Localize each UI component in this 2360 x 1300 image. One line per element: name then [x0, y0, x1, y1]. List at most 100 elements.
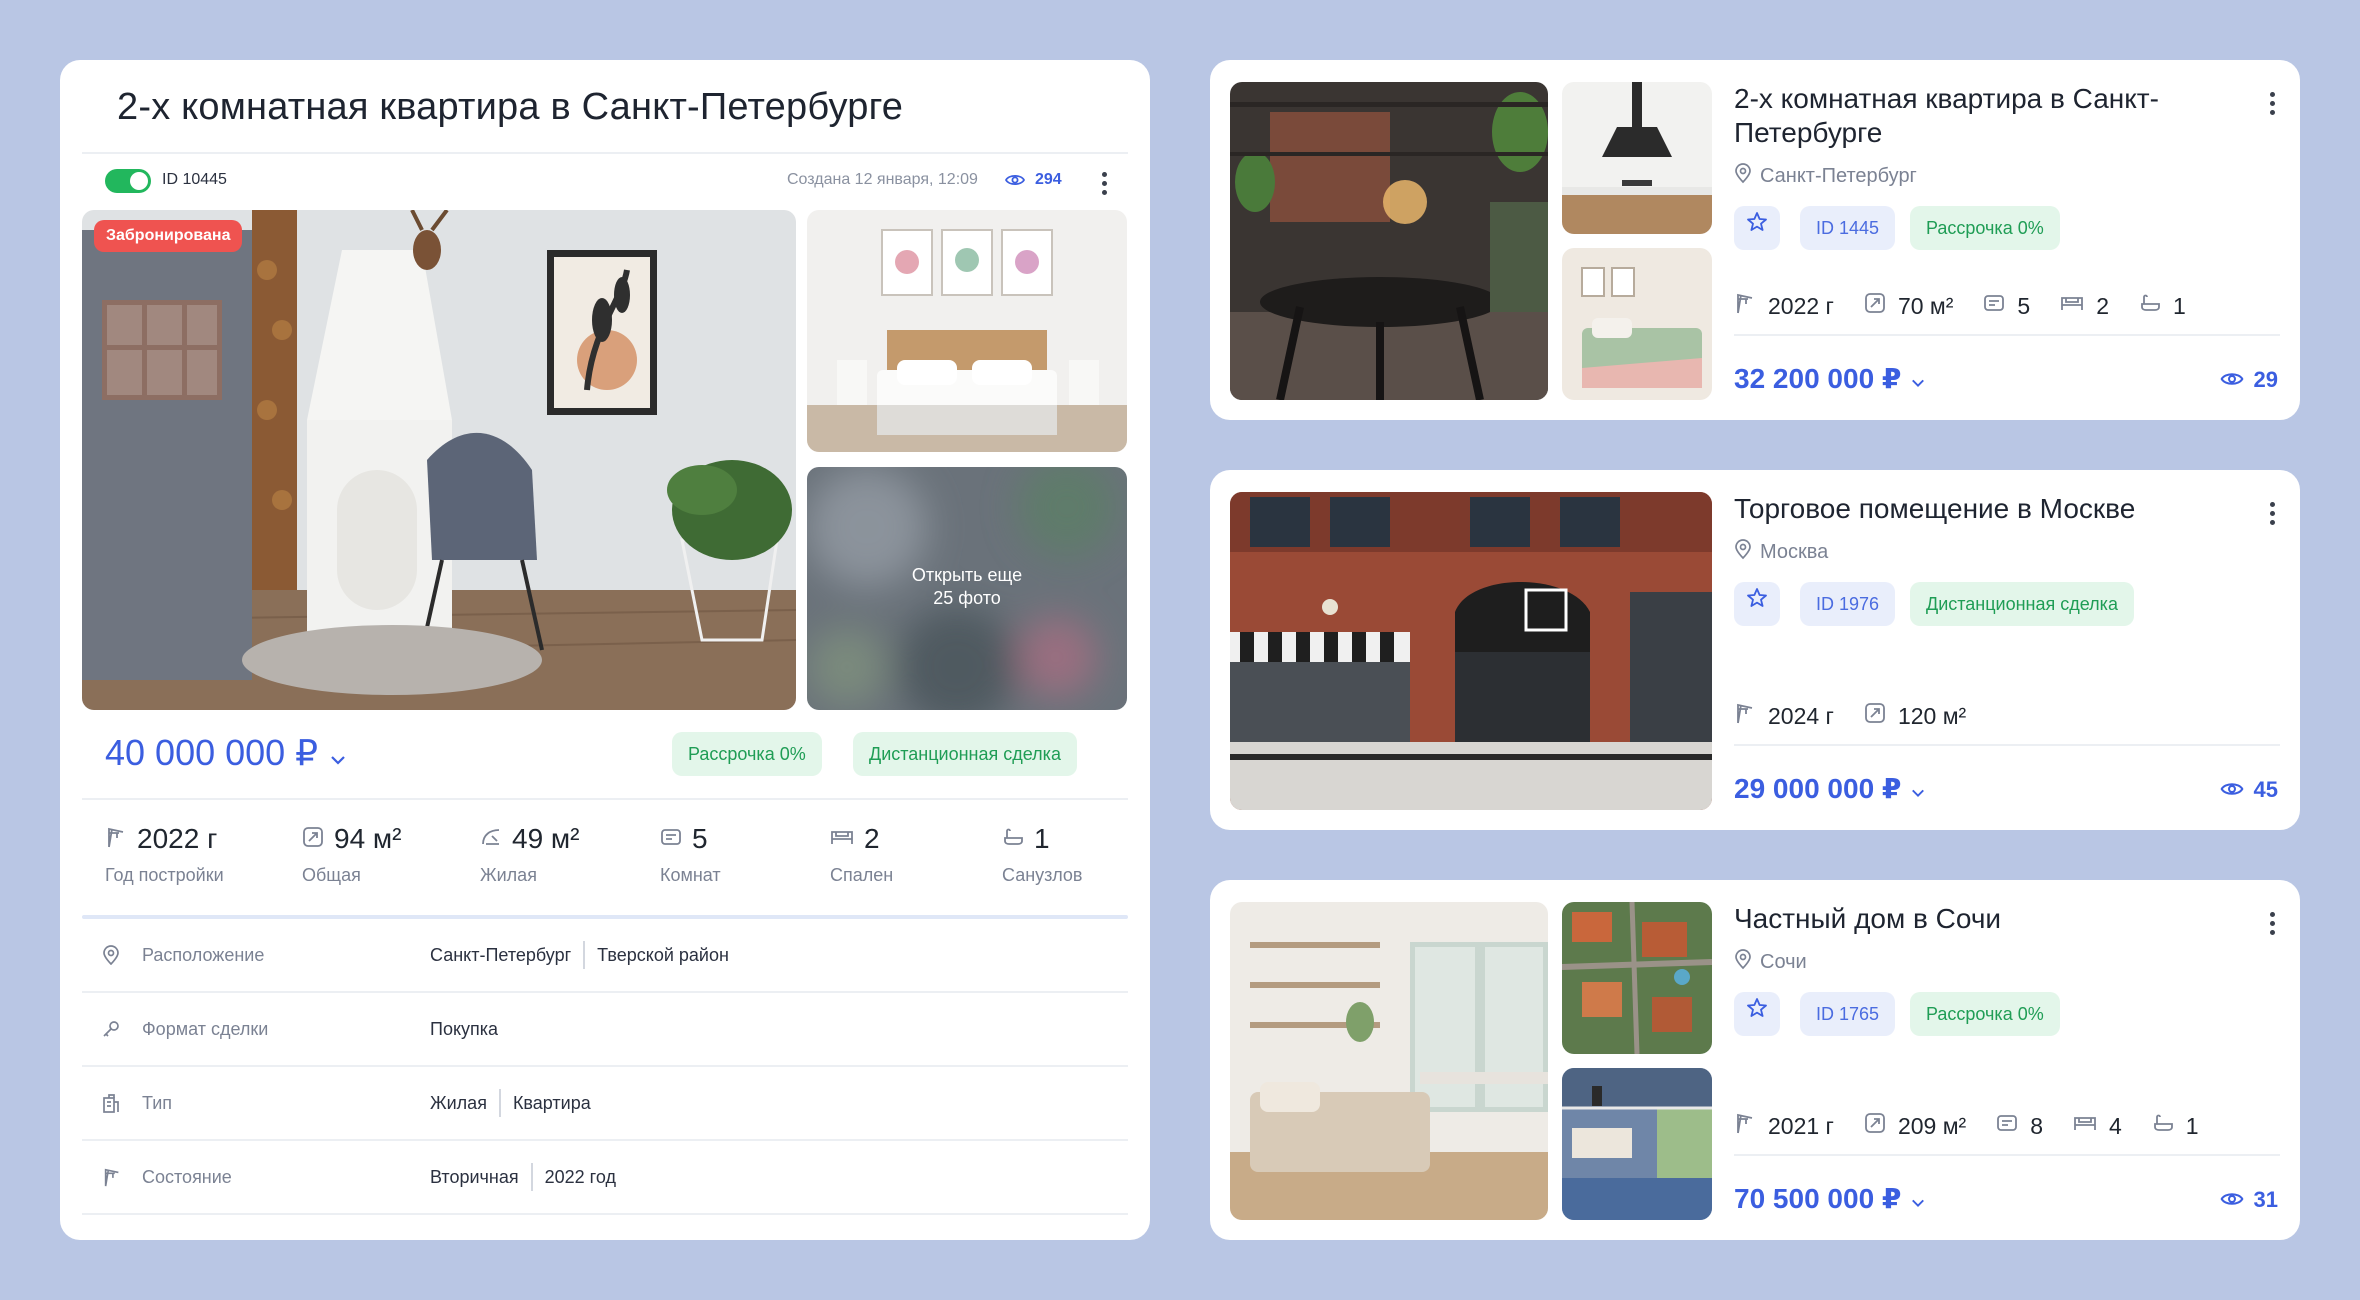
listing-card[interactable]: Торговое помещение в Москве Москва ID 19…: [1210, 470, 2300, 830]
listing-photo[interactable]: [1230, 902, 1548, 1220]
stat-total-area: 94 м² Общая: [302, 823, 402, 885]
listing-location: Сочи: [1734, 948, 1807, 976]
area-icon: [1864, 1112, 1886, 1140]
chevron-down-icon[interactable]: [330, 732, 346, 774]
listing-price: 32 200 000 ₽: [1734, 362, 1925, 395]
chip-remote-deal: Дистанционная сделка: [853, 732, 1077, 776]
listing-title[interactable]: Торговое помещение в Москве: [1734, 492, 2214, 526]
views-count: 294: [1035, 171, 1062, 188]
listing-photo[interactable]: [1230, 82, 1548, 400]
listing-card[interactable]: 2-х комнатная квартира в Санкт-Петербург…: [1210, 60, 2300, 420]
star-icon: [1745, 206, 1769, 250]
rooms-icon: [1996, 1112, 2018, 1140]
divider: [82, 152, 1128, 154]
stat-bathrooms: 1 Санузлов: [1002, 823, 1083, 885]
rooms-icon: [1983, 292, 2005, 320]
listing-location: Санкт-Петербург: [1734, 162, 1917, 190]
more-photos-button[interactable]: Открыть еще 25 фото: [807, 467, 1127, 710]
info-row-condition: Состояние Вторичная 2022 год: [82, 1141, 1128, 1215]
info-row-location: Расположение Санкт-Петербург Тверской рай…: [82, 919, 1128, 993]
listing-stats: 2024 г 120 м²: [1734, 702, 1966, 730]
stat-living-area: 49 м² Жилая: [480, 823, 580, 885]
rooms-icon: [660, 823, 682, 855]
listing-title[interactable]: Частный дом в Сочи: [1734, 902, 2214, 936]
chip-installment: Рассрочка 0%: [1910, 992, 2060, 1036]
publish-toggle[interactable]: [105, 169, 151, 193]
info-row-type: Тип Жилая Квартира: [82, 1067, 1128, 1141]
key-icon: [102, 1020, 130, 1038]
favorite-button[interactable]: [1734, 206, 1780, 250]
listing-detail-card: 2-х комнатная квартира в Санкт-Петербург…: [60, 60, 1150, 1240]
living-area-icon: [480, 823, 502, 855]
eye-icon: [2220, 1187, 2244, 1213]
listing-price: 70 500 000 ₽: [1734, 1182, 1925, 1215]
crane-icon: [105, 823, 127, 855]
location-icon: [102, 945, 130, 965]
location-icon: [1734, 162, 1752, 190]
divider: [82, 798, 1128, 800]
listing-photo[interactable]: [1562, 902, 1712, 1054]
eye-icon: [2220, 777, 2244, 803]
building-icon: [102, 1093, 130, 1113]
views-count: 45: [2220, 777, 2278, 803]
created-date: Создана 12 января, 12:09: [787, 171, 978, 188]
chip-installment: Рассрочка 0%: [1910, 206, 2060, 250]
area-icon: [1864, 702, 1886, 730]
more-menu-icon[interactable]: [1102, 172, 1108, 195]
bed-icon: [830, 823, 854, 855]
bath-icon: [2152, 1112, 2174, 1140]
favorite-button[interactable]: [1734, 582, 1780, 626]
more-photos-label: Открыть еще: [911, 565, 1023, 585]
divider: [1734, 1154, 2280, 1156]
chevron-down-icon[interactable]: [1911, 1183, 1925, 1215]
stat-bedrooms: 2 Спален: [830, 823, 894, 885]
location-icon: [1734, 948, 1752, 976]
eye-icon: [2220, 367, 2244, 393]
chevron-down-icon[interactable]: [1911, 773, 1925, 805]
listing-id: ID 1765: [1800, 992, 1896, 1036]
divider: [1734, 744, 2280, 746]
main-photo[interactable]: Забронирована: [82, 210, 796, 710]
more-menu-icon[interactable]: [2270, 92, 2276, 115]
chip-remote-deal: Дистанционная сделка: [1910, 582, 2134, 626]
bed-icon: [2060, 292, 2084, 320]
listing-id: ID 1445: [1800, 206, 1896, 250]
divider: [1734, 334, 2280, 336]
price: 40 000 000 ₽: [105, 732, 346, 774]
favorite-button[interactable]: [1734, 992, 1780, 1036]
views-count: 31: [2220, 1187, 2278, 1213]
crane-icon: [1734, 292, 1756, 320]
more-menu-icon[interactable]: [2270, 912, 2276, 935]
crane-icon: [102, 1167, 130, 1187]
stat-year: 2022 г Год постройки: [105, 823, 224, 885]
listing-stats: 2021 г 209 м² 8 4 1: [1734, 1112, 2199, 1140]
listing-location: Москва: [1734, 538, 1828, 566]
info-row-deal-format: Формат сделки Покупка: [82, 993, 1128, 1067]
chip-installment: Рассрочка 0%: [672, 732, 822, 776]
listing-id: ID 10445: [162, 171, 227, 188]
stat-rooms: 5 Комнат: [660, 823, 721, 885]
listing-photo[interactable]: [1562, 1068, 1712, 1220]
listing-title[interactable]: 2-х комнатная квартира в Санкт-Петербург…: [1734, 82, 2214, 150]
listing-photo[interactable]: [1562, 248, 1712, 400]
star-icon: [1745, 582, 1769, 626]
listing-title: 2-х комнатная квартира в Санкт-Петербург…: [117, 86, 904, 128]
listing-price: 29 000 000 ₽: [1734, 772, 1925, 805]
bed-icon: [2073, 1112, 2097, 1140]
eye-icon: [1004, 173, 1026, 192]
listing-photo[interactable]: [1562, 82, 1712, 234]
listing-photo[interactable]: [1230, 492, 1712, 810]
bath-icon: [1002, 823, 1024, 855]
chevron-down-icon[interactable]: [1911, 363, 1925, 395]
crane-icon: [1734, 702, 1756, 730]
bath-icon: [2139, 292, 2161, 320]
area-icon: [1864, 292, 1886, 320]
listing-card[interactable]: Частный дом в Сочи Сочи ID 1765 Рассрочк…: [1210, 880, 2300, 1240]
more-menu-icon[interactable]: [2270, 502, 2276, 525]
gallery-photo[interactable]: [807, 210, 1127, 452]
crane-icon: [1734, 1112, 1756, 1140]
area-icon: [302, 823, 324, 855]
price-value: 40 000 000 ₽: [105, 732, 319, 773]
listing-stats: 2022 г 70 м² 5 2 1: [1734, 292, 2186, 320]
listing-id: ID 1976: [1800, 582, 1896, 626]
